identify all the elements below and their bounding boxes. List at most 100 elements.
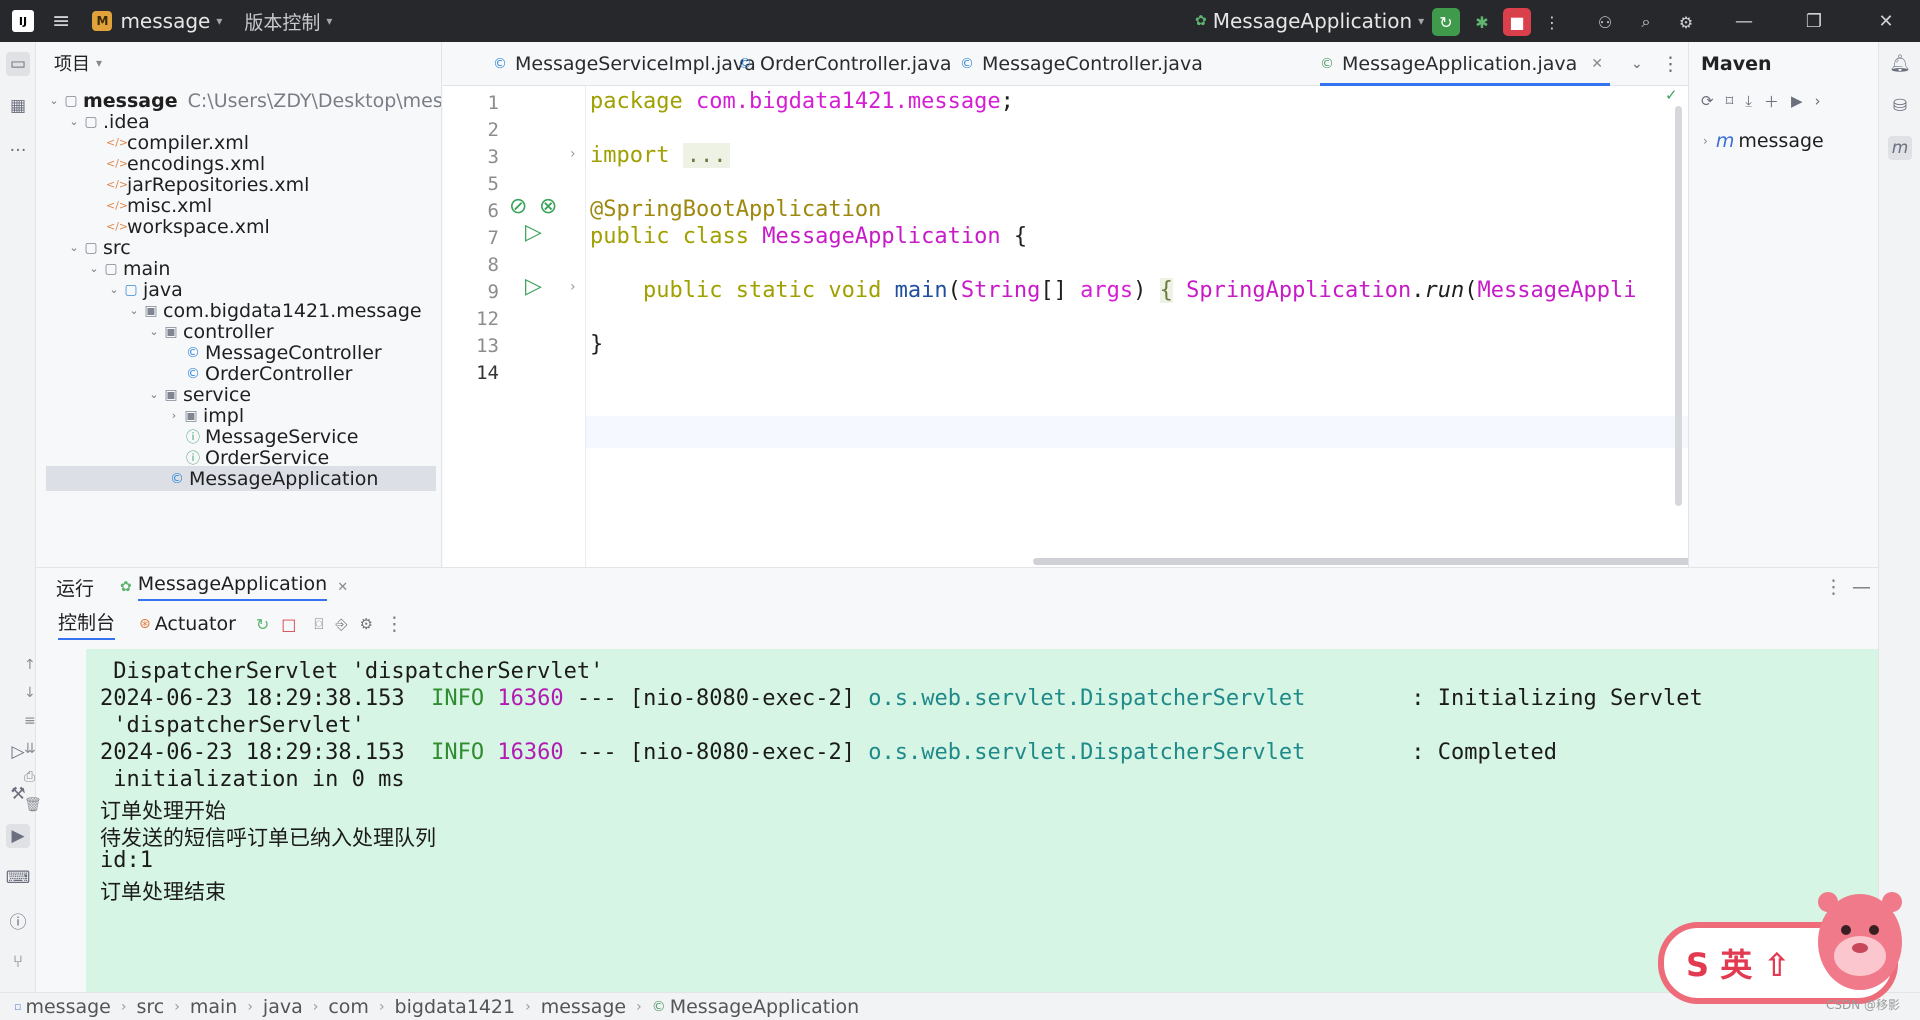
spring-bean-icon[interactable]: ⊗ [539, 194, 557, 219]
add-icon[interactable]: ＋ [1764, 91, 1779, 112]
restore-layout-icon[interactable]: ⎆ [335, 615, 347, 633]
breadcrumb-item[interactable]: message [25, 996, 110, 1018]
run-config-selector[interactable]: ✿ MessageApplication ▾ [1195, 0, 1424, 42]
close-tab-icon[interactable]: ✕ [1591, 56, 1603, 72]
chevron-down-icon[interactable]: ▾ [326, 14, 332, 28]
log-thread: --- [nio-8080-exec-2] [563, 740, 869, 765]
breadcrumb-separator: › [174, 998, 180, 1015]
xml-file-icon: </> [106, 199, 129, 212]
soft-wrap-icon[interactable]: ≡ [24, 713, 36, 729]
editor-horizontal-scrollbar[interactable] [1033, 558, 1688, 565]
camera-icon[interactable]: ⌼ [314, 615, 323, 633]
debug-icon[interactable]: ✱ [1468, 8, 1496, 36]
tab-console[interactable]: 控制台 [58, 608, 116, 640]
fold-icon[interactable]: › [570, 279, 576, 295]
project-panel-title: 项目 [54, 54, 90, 75]
more-icon[interactable]: ⋮ [1538, 8, 1566, 36]
more-icon[interactable]: ⋮ [1661, 42, 1680, 86]
breadcrumb-item[interactable]: bigdata1421 [395, 996, 516, 1018]
line-number: 2 [487, 119, 499, 141]
actuator-icon: ⊛ [139, 616, 151, 632]
breadcrumb-item[interactable]: MessageApplication [670, 996, 859, 1018]
tab-message-controller[interactable]: © MessageController.java [960, 42, 1203, 86]
log-timestamp: 2024-06-23 18:29:38.153 [100, 740, 432, 765]
breadcrumb-item[interactable]: src [136, 996, 164, 1018]
generate-sources-icon[interactable]: ⌑ [1726, 92, 1734, 110]
run-gutter-icon[interactable]: ▷ [525, 274, 542, 299]
more-icon[interactable]: ⋮ [385, 613, 404, 635]
console-output[interactable]: DispatcherServlet 'dispatcherServlet' 20… [86, 649, 1878, 992]
stop-icon[interactable]: ■ [1503, 8, 1531, 36]
search-icon[interactable]: ⌕ [1632, 8, 1660, 36]
log-logger: o.s.web.servlet.DispatcherServlet [868, 740, 1306, 765]
tree-item-selected[interactable]: © MessageApplication [46, 466, 436, 491]
settings-icon[interactable]: ⚙ [359, 615, 372, 633]
class-icon: © [738, 56, 752, 72]
run-config-label: MessageApplication [1212, 9, 1413, 33]
code-editor[interactable]: 1 2 3 5 6 7 8 9 12 13 14 ⊘ ⊗ ▷ ▷ › › pac… [443, 86, 1688, 567]
run-panel-title: 运行 [56, 577, 95, 600]
run-maven-icon[interactable]: ▶ [1791, 92, 1803, 110]
run-config-tab[interactable]: MessageApplication [137, 573, 328, 601]
tab-message-application[interactable]: © MessageApplication.java ✕ [1320, 42, 1610, 86]
tab-actuator[interactable]: Actuator [155, 613, 236, 635]
maven-tool-icon[interactable]: m [1888, 136, 1912, 160]
breadcrumb-item[interactable]: message [541, 996, 626, 1018]
project-panel-header[interactable]: 项目 ▾ [36, 42, 441, 84]
reload-icon[interactable]: ⟳ [1701, 92, 1714, 110]
restore-icon[interactable]: ❐ [1786, 0, 1842, 42]
console-line: 2024-06-23 18:29:38.153 INFO 16360 --- [… [100, 740, 1557, 765]
tabs-dropdown-icon[interactable]: ⌄ [1631, 42, 1643, 86]
project-view-icon[interactable]: ▭ [6, 52, 30, 76]
download-icon[interactable]: ⤓ [1745, 92, 1752, 110]
menu-icon[interactable]: ≡ [52, 9, 70, 34]
close-tab-icon[interactable]: ✕ [337, 580, 348, 595]
current-line-highlight [443, 416, 1688, 448]
project-name[interactable]: message [120, 9, 210, 33]
add-user-icon[interactable]: ⚇ [1591, 8, 1619, 36]
rerun-icon[interactable]: ↻ [256, 615, 269, 634]
package-icon: ▣ [184, 407, 198, 424]
project-badge: M [92, 11, 113, 31]
vcs-menu[interactable]: 版本控制 [244, 8, 320, 35]
notifications-icon[interactable]: 🔔︎ [1888, 52, 1912, 76]
class-icon: © [186, 344, 200, 361]
code-token: MessageApplication [762, 224, 1001, 249]
code-token: package [590, 89, 683, 114]
fold-icon[interactable]: › [570, 146, 576, 162]
console-line: 订单处理结束 [100, 880, 226, 904]
database-icon[interactable]: ⛁ [1888, 94, 1912, 118]
folded-imports[interactable]: ... [682, 143, 731, 168]
scroll-to-end-icon[interactable]: ⇊ [24, 741, 36, 757]
print-icon[interactable]: ⎙ [24, 769, 35, 785]
more-tools-icon[interactable]: … [6, 134, 30, 158]
tab-message-service-impl[interactable]: © MessageServiceImpl.java [493, 42, 756, 86]
hide-panel-icon[interactable]: — [1852, 576, 1871, 598]
trash-icon[interactable]: 🗑︎ [24, 797, 42, 813]
structure-icon[interactable]: ▦ [6, 94, 30, 118]
chevron-right-icon[interactable]: › [1814, 92, 1820, 110]
maven-project-item[interactable]: › m message [1689, 130, 1878, 152]
rerun-icon[interactable]: ↻ [1432, 8, 1460, 36]
more-icon[interactable]: ⋮ [1824, 576, 1843, 598]
console-line: 'dispatcherServlet' [100, 713, 365, 738]
settings-icon[interactable]: ⚙ [1672, 8, 1700, 36]
editor-vertical-scrollbar[interactable] [1675, 106, 1682, 506]
folder-icon: ▢ [124, 281, 138, 298]
tab-label: OrderController.java [760, 53, 952, 75]
scroll-down-icon[interactable]: ↓ [24, 685, 36, 701]
minimize-icon[interactable]: — [1716, 0, 1772, 42]
run-gutter-icon[interactable]: ▷ [525, 220, 542, 245]
maven-title: Maven [1701, 53, 1772, 75]
stop-icon[interactable]: □ [281, 615, 296, 634]
breadcrumb-item[interactable]: main [190, 996, 237, 1018]
scroll-up-icon[interactable]: ↑ [24, 657, 36, 673]
breadcrumb-item[interactable]: java [263, 996, 303, 1018]
close-icon[interactable]: ✕ [1858, 0, 1914, 42]
maven-module-icon: m [1715, 130, 1735, 152]
app-logo[interactable]: IJ [12, 10, 34, 32]
tab-order-controller[interactable]: © OrderController.java [738, 42, 952, 86]
chevron-down-icon[interactable]: ▾ [216, 14, 222, 28]
breadcrumb-item[interactable]: com [328, 996, 369, 1018]
no-beans-icon[interactable]: ⊘ [509, 194, 527, 219]
